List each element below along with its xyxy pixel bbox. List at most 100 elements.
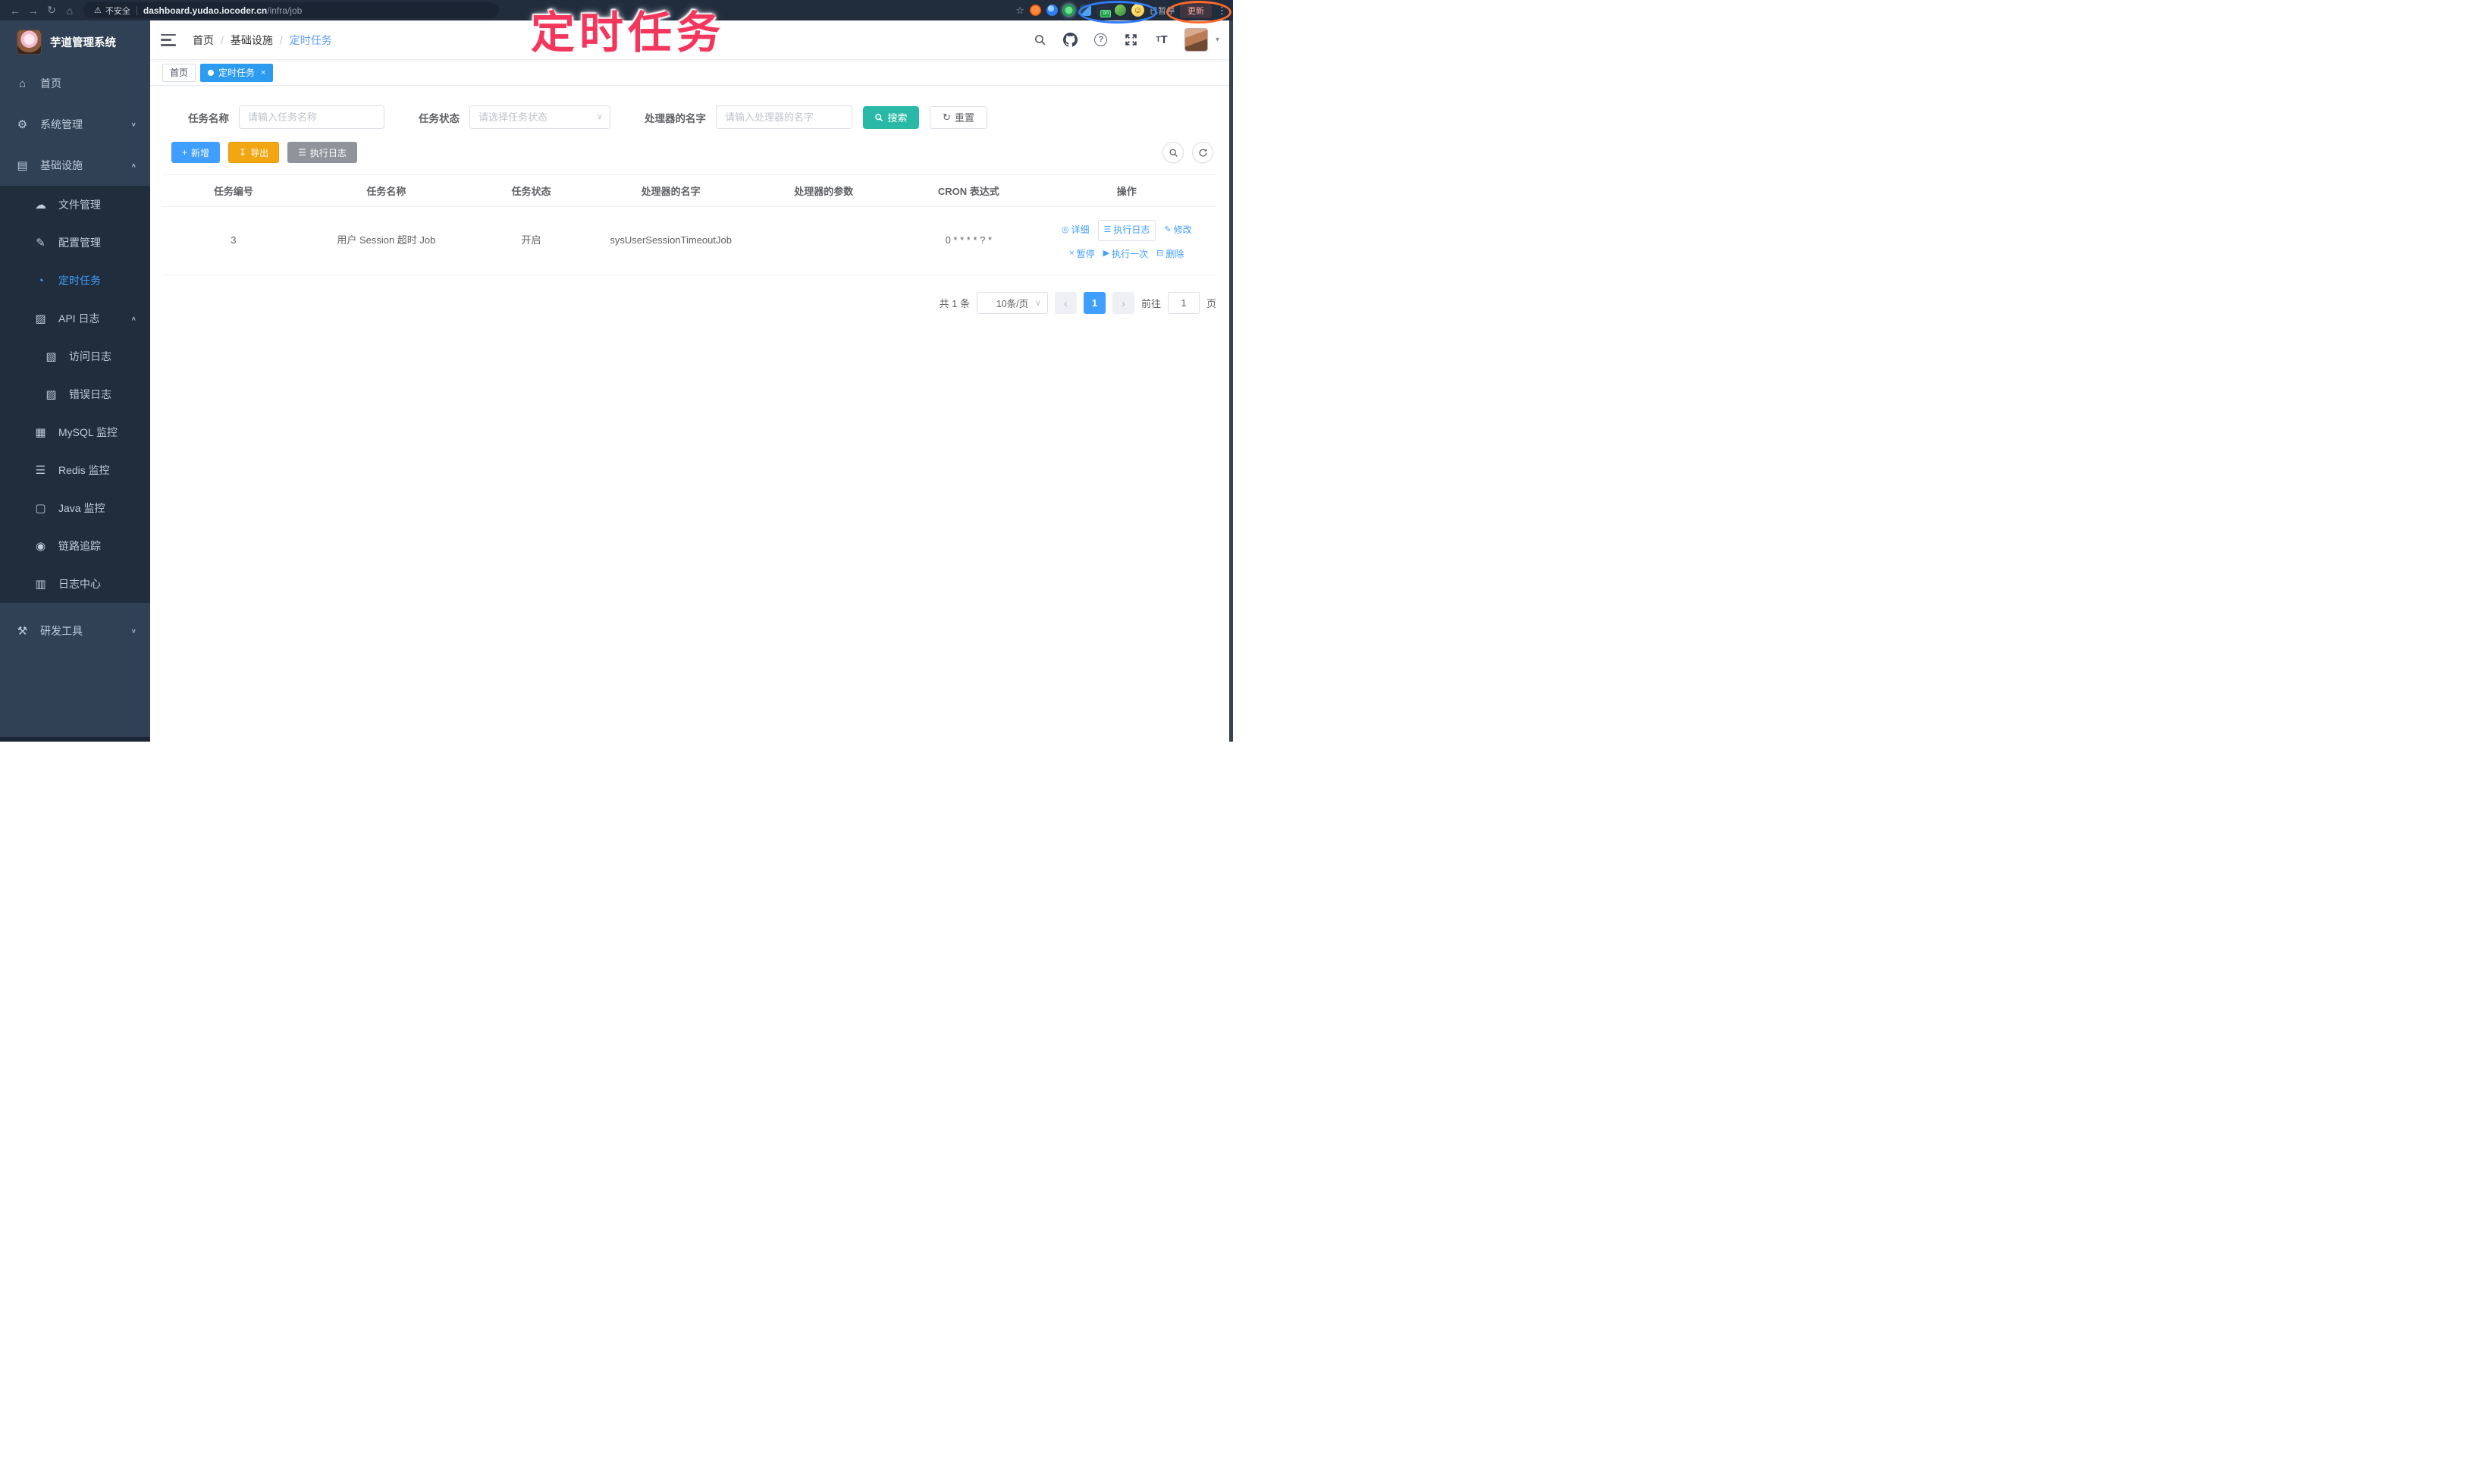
search-button-label: 搜索 xyxy=(887,112,908,124)
toggle-search-button[interactable] xyxy=(1162,142,1184,163)
database-icon: ▦ xyxy=(35,426,46,439)
page-size-value: 10条/页 xyxy=(996,299,1029,309)
url-divider xyxy=(136,5,137,15)
delete-link[interactable]: ⊟ 删除 xyxy=(1156,247,1184,262)
col-handler-params: 处理器的参数 xyxy=(794,186,854,197)
search-icon[interactable] xyxy=(1033,33,1048,48)
breadcrumb-separator: / xyxy=(279,33,283,46)
browser-back-icon[interactable]: ← xyxy=(6,5,24,17)
app-logo-row[interactable]: 芋道管理系统 xyxy=(0,20,150,63)
prev-page-button[interactable]: ‹ xyxy=(1054,292,1077,314)
job-name-input[interactable] xyxy=(239,105,384,129)
col-actions: 操作 xyxy=(1116,186,1137,197)
url-path[interactable]: /infra/job xyxy=(267,5,302,16)
bookmark-star-icon[interactable]: ☆ xyxy=(1015,5,1024,17)
extension-icon-orange[interactable] xyxy=(1030,5,1041,16)
search-button[interactable]: 搜索 xyxy=(863,105,919,129)
pause-icon: × xyxy=(1069,249,1075,259)
edit-link[interactable]: ✎ 修改 xyxy=(1164,223,1191,237)
browser-home-icon[interactable]: ⌂ xyxy=(61,5,79,17)
github-icon[interactable] xyxy=(1063,33,1078,48)
sidebar-item-redis-monitor[interactable]: ☰ Redis 监控 xyxy=(0,451,150,489)
total-count: 共 1 条 xyxy=(939,298,970,309)
refresh-icon: ↻ xyxy=(943,111,951,123)
cell-handler-name: sysUserSessionTimeoutJob xyxy=(610,234,732,246)
breadcrumb-section[interactable]: 基础设施 xyxy=(231,33,273,48)
sidebar-item-error-log[interactable]: ▨ 错误日志 xyxy=(0,375,150,413)
job-name-label: 任务名称 xyxy=(188,112,229,124)
sidebar-item-infra[interactable]: ▤ 基础设施 ∧ xyxy=(0,145,150,186)
sidebar-item-label: 链路追踪 xyxy=(58,540,101,552)
breadcrumb-home[interactable]: 首页 xyxy=(193,33,214,48)
add-button[interactable]: + 新增 xyxy=(171,142,221,163)
sidebar-collapse-icon[interactable] xyxy=(161,33,176,46)
job-status-select-input[interactable] xyxy=(469,105,610,129)
goto-page-input[interactable] xyxy=(1167,292,1200,314)
gear-icon: ⚙ xyxy=(17,118,28,131)
browser-menu-icon[interactable]: ⋮ xyxy=(1217,5,1227,17)
sidebar-item-api-log[interactable]: ▨ API 日志 ∧ xyxy=(0,300,150,337)
sidebar-item-label: API 日志 xyxy=(58,312,100,325)
url-host[interactable]: dashboard.yudao.iocoder.cn xyxy=(143,5,267,16)
sidebar-item-dev-tools[interactable]: ⚒ 研发工具 ∨ xyxy=(0,610,150,651)
extension-icon-on-badge[interactable] xyxy=(1097,5,1111,17)
sidebar-item-system[interactable]: ⚙ 系统管理 ∨ xyxy=(0,104,150,145)
export-button[interactable]: ↧ 导出 xyxy=(228,142,280,163)
browser-update-button[interactable]: 更新 xyxy=(1180,2,1212,18)
sidebar-item-label: 错误日志 xyxy=(69,388,111,400)
sidebar-item-label: 研发工具 xyxy=(40,625,83,637)
sidebar-item-access-log[interactable]: ▧ 访问日志 xyxy=(0,337,150,375)
sidebar-item-tracing[interactable]: ◉ 链路追踪 xyxy=(0,527,150,565)
cell-actions: ◎ 详细 ☰ 执行日志 ✎ 修改 × 暂停 ▶ 执行一次 ⊟ 删除 xyxy=(1037,214,1216,267)
sidebar-item-file-manage[interactable]: ☁ 文件管理 xyxy=(0,186,150,224)
detail-link[interactable]: ◎ 详细 xyxy=(1062,223,1090,237)
job-status-select[interactable]: ∨ xyxy=(469,105,610,129)
chevron-down-icon: ∨ xyxy=(1034,299,1041,308)
browser-forward-icon[interactable]: → xyxy=(24,5,42,17)
help-icon[interactable]: ? xyxy=(1093,33,1109,48)
sidebar-item-java-monitor[interactable]: ▢ Java 监控 xyxy=(0,489,150,527)
exec-log-button[interactable]: ☰ 执行日志 xyxy=(287,142,357,163)
extension-icon-leaf[interactable] xyxy=(1115,5,1126,16)
address-bar[interactable]: ⚠ 不安全 dashboard.yudao.iocoder.cn /infra/… xyxy=(83,2,499,18)
col-cron: CRON 表达式 xyxy=(937,186,999,197)
pencil-icon: ✎ xyxy=(1164,225,1172,235)
sidebar-item-mysql-monitor[interactable]: ▦ MySQL 监控 xyxy=(0,413,150,451)
refresh-table-button[interactable] xyxy=(1192,142,1213,163)
font-size-icon[interactable]: TT xyxy=(1154,33,1169,48)
sidebar-item-label: 首页 xyxy=(40,77,61,89)
page-1-button[interactable]: 1 xyxy=(1083,292,1106,314)
cell-handler-params xyxy=(747,235,900,247)
sidebar-item-label: 基础设施 xyxy=(40,159,83,171)
handler-name-input[interactable] xyxy=(716,105,852,129)
next-page-button[interactable]: › xyxy=(1112,292,1134,314)
infra-icon: ▤ xyxy=(17,159,28,172)
user-avatar[interactable] xyxy=(1184,28,1208,52)
reset-button[interactable]: ↻ 重置 xyxy=(930,105,987,129)
window-scrollbar[interactable] xyxy=(1229,20,1233,742)
sidebar-item-label: 访问日志 xyxy=(69,350,111,362)
run-once-link[interactable]: ▶ 执行一次 xyxy=(1103,247,1148,262)
browser-reload-icon[interactable]: ↻ xyxy=(42,4,61,17)
app-title: 芋道管理系统 xyxy=(50,36,116,49)
page-size-select[interactable]: 10条/页 ∨ xyxy=(976,292,1048,314)
sidebar-item-config-manage[interactable]: ✎ 配置管理 xyxy=(0,224,150,262)
fullscreen-icon[interactable] xyxy=(1124,33,1139,48)
sidebar-item-scheduled-job[interactable]: ◔ 定时任务 xyxy=(0,262,150,300)
tab-scheduled-job[interactable]: 定时任务 × xyxy=(200,63,274,82)
not-secure-label[interactable]: 不安全 xyxy=(105,5,130,17)
extension-icon-grid[interactable] xyxy=(1080,5,1091,16)
table-row: 3 用户 Session 超时 Job 开启 sysUserSessionTim… xyxy=(162,207,1216,275)
close-icon[interactable]: × xyxy=(261,68,265,77)
reset-button-label: 重置 xyxy=(954,112,974,124)
row-exec-log-link[interactable]: ☰ 执行日志 xyxy=(1097,220,1156,241)
chevron-up-icon: ∧ xyxy=(130,315,136,322)
extension-icon-blue[interactable] xyxy=(1046,5,1058,16)
tab-home[interactable]: 首页 xyxy=(162,63,196,82)
avatar-caret-icon[interactable]: ▾ xyxy=(1216,36,1219,44)
profile-avatar-emoji[interactable]: ☺ xyxy=(1131,4,1144,17)
sidebar-item-home[interactable]: ⌂ 首页 xyxy=(0,63,150,104)
extension-icon-green[interactable] xyxy=(1063,5,1075,16)
pause-link[interactable]: × 暂停 xyxy=(1069,247,1094,262)
sidebar-item-log-center[interactable]: ▥ 日志中心 xyxy=(0,565,150,603)
